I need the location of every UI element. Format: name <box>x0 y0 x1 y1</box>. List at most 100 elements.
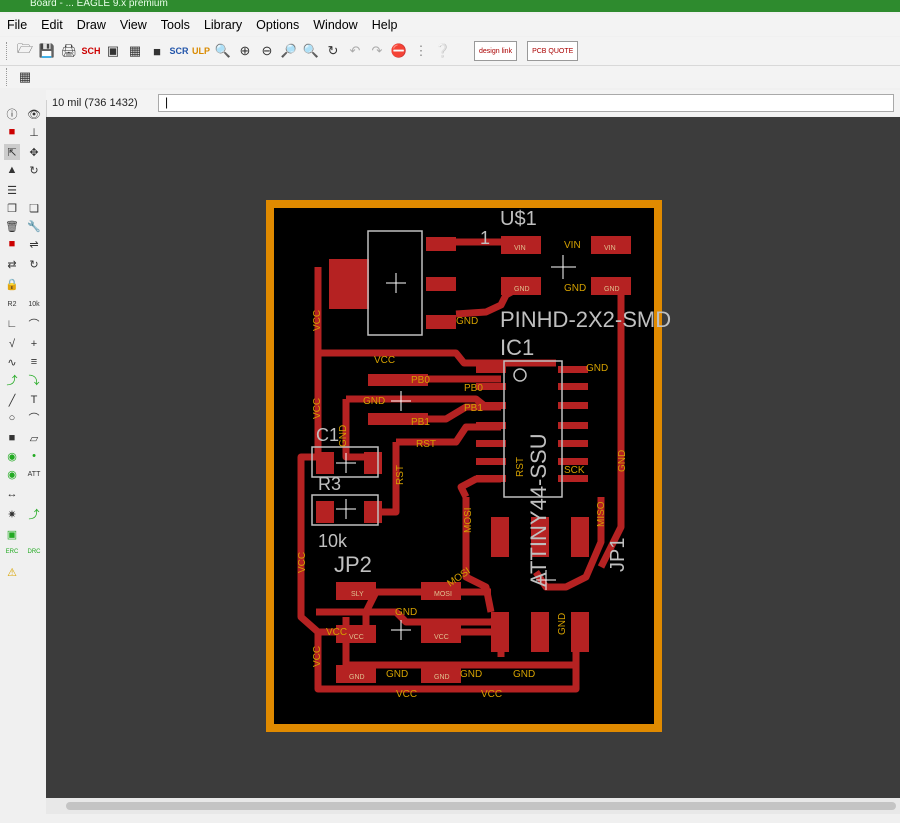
menu-view[interactable]: View <box>113 18 154 32</box>
menu-library[interactable]: Library <box>197 18 249 32</box>
miter-icon[interactable]: ⌒ <box>26 316 42 332</box>
rect-icon[interactable]: ■ <box>4 430 20 446</box>
autoroute-icon[interactable]: ⤴ <box>26 506 42 522</box>
schematic-switch-icon[interactable]: SCH <box>81 41 101 61</box>
value-icon[interactable]: 10k <box>26 296 42 312</box>
redo-icon[interactable]: ↷ <box>367 41 387 61</box>
ratsnest-icon[interactable]: ✷ <box>4 506 20 522</box>
command-input[interactable]: | <box>158 94 894 112</box>
text-icon[interactable]: T <box>26 392 42 408</box>
attribute-icon[interactable]: ATT <box>26 466 42 482</box>
go-icon[interactable]: ⋮ <box>411 41 431 61</box>
open-icon[interactable]: 🗁 <box>15 41 35 61</box>
delete-icon[interactable]: 🗑 <box>4 218 20 234</box>
replace-icon[interactable]: ⇌ <box>26 236 42 252</box>
ripup-icon[interactable]: ⤵ <box>26 372 42 388</box>
warning-icon[interactable]: ⚠ <box>4 564 20 580</box>
net-miso: MISO <box>596 501 607 527</box>
net-pb0: PB0 <box>411 375 430 386</box>
net-rst: RST <box>416 439 436 450</box>
board-canvas[interactable]: U$1 1 PINHD-2X2-SMD IC1 ATTINY44-SSU C1 … <box>46 117 900 798</box>
erc-icon[interactable]: ERC <box>4 544 20 560</box>
arc-icon[interactable]: ⌒ <box>26 410 42 426</box>
pad-vcc-2: VCC <box>434 634 449 641</box>
via-icon[interactable]: ◉ <box>4 448 20 464</box>
optimize-icon[interactable]: √ <box>4 336 20 352</box>
net-gnd-7: GND <box>460 669 482 680</box>
pad-gnd-2: GND <box>434 674 450 681</box>
show-icon[interactable]: 👁 <box>26 106 42 122</box>
designlink-button[interactable]: design link <box>474 41 518 61</box>
net-vcc-2: VCC <box>326 627 347 638</box>
copy-icon[interactable]: ❐ <box>4 200 20 216</box>
menu-tools[interactable]: Tools <box>154 18 197 32</box>
help-icon[interactable]: ❔ <box>433 41 453 61</box>
circle-icon[interactable]: ○ <box>4 410 20 426</box>
ulp-icon[interactable]: ULP <box>191 41 211 61</box>
save-icon[interactable]: 💾 <box>37 41 57 61</box>
zoom-in-icon[interactable]: ⊕ <box>235 41 255 61</box>
mark-icon[interactable]: ⊥ <box>26 124 42 140</box>
name-icon[interactable]: R2 <box>4 296 20 312</box>
u1-package: PINHD-2X2-SMD <box>500 307 671 332</box>
menu-file[interactable]: File <box>0 18 34 32</box>
print-icon[interactable]: 🖨 <box>59 41 79 61</box>
net-gnd-8: GND <box>513 669 535 680</box>
move-arrows-icon[interactable]: ✥ <box>26 144 42 160</box>
rotate-icon[interactable]: ↻ <box>26 162 42 178</box>
route-icon[interactable]: ⤴ <box>4 372 20 388</box>
layers-icon[interactable]: ■ <box>147 41 167 61</box>
move-icon[interactable]: ⇱ <box>4 144 20 160</box>
info-icon[interactable]: ⓘ <box>4 106 20 122</box>
net-vcc-4: VCC <box>481 689 502 700</box>
dimension-icon[interactable]: ↔ <box>4 486 20 502</box>
menu-window[interactable]: Window <box>306 18 364 32</box>
pad-gnd-4: GND <box>604 286 620 293</box>
net-vcc-6: VCC <box>312 398 323 419</box>
signal-icon[interactable]: • <box>26 448 42 464</box>
join-icon[interactable]: + <box>26 336 42 352</box>
change-icon[interactable]: ↻ <box>26 256 42 272</box>
script-icon[interactable]: SCR <box>169 41 189 61</box>
display-icon[interactable]: ■ <box>4 124 20 140</box>
route-multi-icon[interactable]: ≡ <box>26 354 42 370</box>
cam-icon[interactable]: ▣ <box>103 41 123 61</box>
toolbar-grip <box>6 68 10 86</box>
pcb-board[interactable]: U$1 1 PINHD-2X2-SMD IC1 ATTINY44-SSU C1 … <box>46 117 900 798</box>
scrollbar-thumb[interactable] <box>66 802 896 810</box>
grid-icon[interactable]: ▦ <box>15 67 35 87</box>
menu-edit[interactable]: Edit <box>34 18 70 32</box>
status-bar <box>0 814 900 823</box>
hole-icon[interactable]: ◉ <box>4 466 20 482</box>
undo-icon[interactable]: ↶ <box>345 41 365 61</box>
polygon-icon[interactable]: ▱ <box>26 430 42 446</box>
menu-draw[interactable]: Draw <box>70 18 113 32</box>
menu-options[interactable]: Options <box>249 18 306 32</box>
left-toolbar: ⓘ 👁 ■ ⊥ ⇱ ✥ ▲ ↻ ☰ ❐ ❏ 🗑 🔧 ■ ⇌ ⇄ ↻ 🔒 R2 1… <box>0 100 47 823</box>
net-gnd-11: GND <box>557 613 568 635</box>
pin1-marker: 1 <box>480 228 490 248</box>
drc-icon[interactable]: DRC <box>26 544 42 560</box>
line-icon[interactable]: ╱ <box>4 392 20 408</box>
swap-icon[interactable]: ⇄ <box>4 256 20 272</box>
zoom-select-icon[interactable]: 🔍 <box>301 41 321 61</box>
cam-check-icon[interactable]: ▣ <box>4 526 20 542</box>
zoom-out-icon[interactable]: ⊖ <box>257 41 277 61</box>
mirror-icon[interactable]: ▲ <box>4 162 20 178</box>
horizontal-scrollbar[interactable] <box>46 798 900 814</box>
redraw-icon[interactable]: ↻ <box>323 41 343 61</box>
lock-icon[interactable]: 🔒 <box>4 276 20 292</box>
align-icon[interactable]: ☰ <box>4 182 20 198</box>
meander-icon[interactable]: ∿ <box>4 354 20 370</box>
paste-icon[interactable]: ❏ <box>26 200 42 216</box>
zoom-fit-icon[interactable]: 🔍 <box>213 41 233 61</box>
wrench-icon[interactable]: 🔧 <box>26 218 42 234</box>
zoom-prev-icon[interactable]: 🔎 <box>279 41 299 61</box>
stop-icon[interactable]: ⛔ <box>389 41 409 61</box>
manufacturing-icon[interactable]: ▦ <box>125 41 145 61</box>
net-gnd-4: GND <box>456 316 478 327</box>
menu-help[interactable]: Help <box>365 18 405 32</box>
pcb-quote-button[interactable]: PCB QUOTE <box>527 41 579 61</box>
split-icon[interactable]: ∟ <box>4 316 20 332</box>
add-icon[interactable]: ■ <box>4 236 20 252</box>
